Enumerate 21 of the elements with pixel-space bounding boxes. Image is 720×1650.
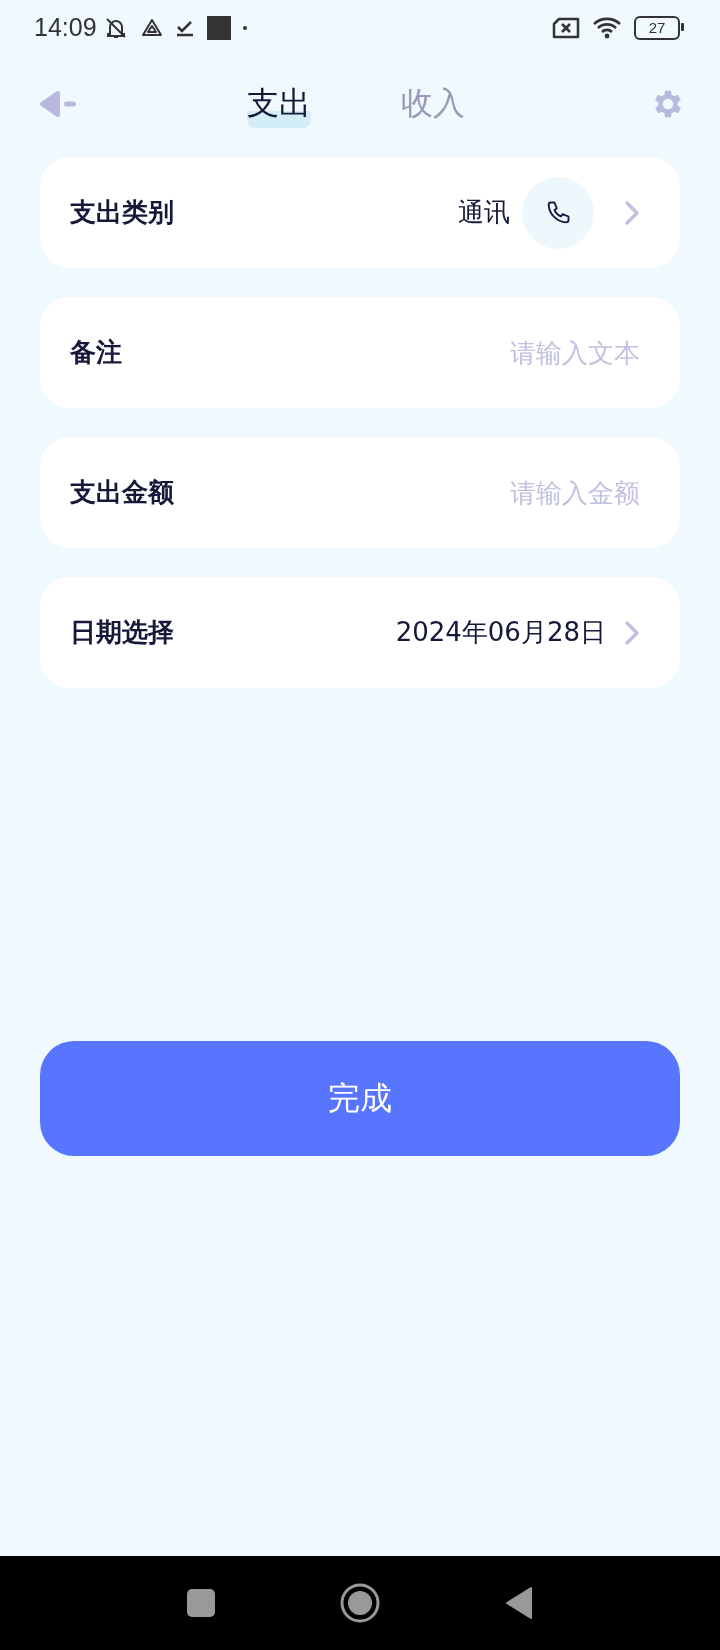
field-label: 支出金额 [70, 476, 175, 509]
field-value[interactable]: 2024年06月28日 [395, 615, 606, 650]
home-icon[interactable] [340, 1583, 380, 1623]
clock: 14:09 [34, 13, 97, 42]
square-icon [206, 15, 231, 40]
triangle-icon [140, 17, 163, 38]
field-label: 支出类别 [70, 196, 175, 229]
input-field[interactable]: 请输入金额 [380, 477, 640, 508]
back-icon[interactable] [505, 1586, 533, 1620]
field-value[interactable]: 通讯 [458, 195, 510, 230]
chevron-right-icon [624, 199, 640, 226]
done-button[interactable]: 完成 [40, 1041, 680, 1156]
field-label: 备注 [70, 336, 123, 369]
arrow-left-icon [38, 89, 78, 119]
input-field[interactable]: 请输入文本 [380, 337, 640, 368]
field-label: 日期选择 [70, 616, 175, 649]
recents-icon[interactable] [187, 1589, 215, 1617]
chevron-right-icon [624, 619, 640, 646]
wifi-icon [592, 15, 622, 40]
no-sim-icon [552, 16, 580, 39]
dot-icon [242, 25, 247, 30]
